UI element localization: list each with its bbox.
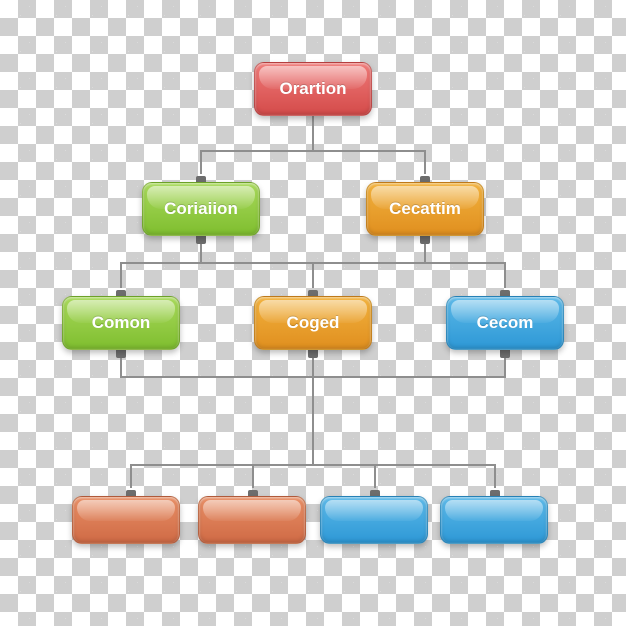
connector bbox=[424, 150, 426, 174]
node-l4d bbox=[440, 496, 548, 544]
node-label: Coged bbox=[287, 313, 340, 333]
node-label: Cecom bbox=[477, 313, 534, 333]
node-l4a bbox=[72, 496, 180, 544]
node-label: Cecattim bbox=[389, 199, 461, 219]
node-l4b bbox=[198, 496, 306, 544]
connector-nub bbox=[196, 236, 206, 244]
connector bbox=[130, 464, 132, 488]
connector bbox=[200, 150, 426, 152]
connector bbox=[120, 262, 122, 288]
node-label: Coriaiion bbox=[164, 199, 238, 219]
connector-nub bbox=[308, 350, 318, 358]
connector bbox=[504, 262, 506, 288]
node-l4c bbox=[320, 496, 428, 544]
connector bbox=[312, 116, 314, 150]
connector-nub bbox=[116, 350, 126, 358]
node-l3b: Coged bbox=[254, 296, 372, 350]
connector bbox=[200, 150, 202, 174]
node-l2a: Coriaiion bbox=[142, 182, 260, 236]
connector bbox=[494, 464, 496, 488]
node-l3a: Comon bbox=[62, 296, 180, 350]
node-l2b: Cecattim bbox=[366, 182, 484, 236]
connector bbox=[252, 464, 254, 488]
node-l3c: Cecom bbox=[446, 296, 564, 350]
node-label: Orartion bbox=[279, 79, 346, 99]
connector bbox=[130, 464, 496, 466]
node-label: Comon bbox=[92, 313, 151, 333]
connector-nub bbox=[420, 236, 430, 244]
node-root: Orartion bbox=[254, 62, 372, 116]
connector-nub bbox=[500, 350, 510, 358]
connector bbox=[312, 376, 314, 464]
org-chart-canvas: Orartion Coriaiion Cecattim Comon Coged … bbox=[0, 0, 626, 626]
connector bbox=[312, 262, 314, 288]
connector bbox=[374, 464, 376, 488]
